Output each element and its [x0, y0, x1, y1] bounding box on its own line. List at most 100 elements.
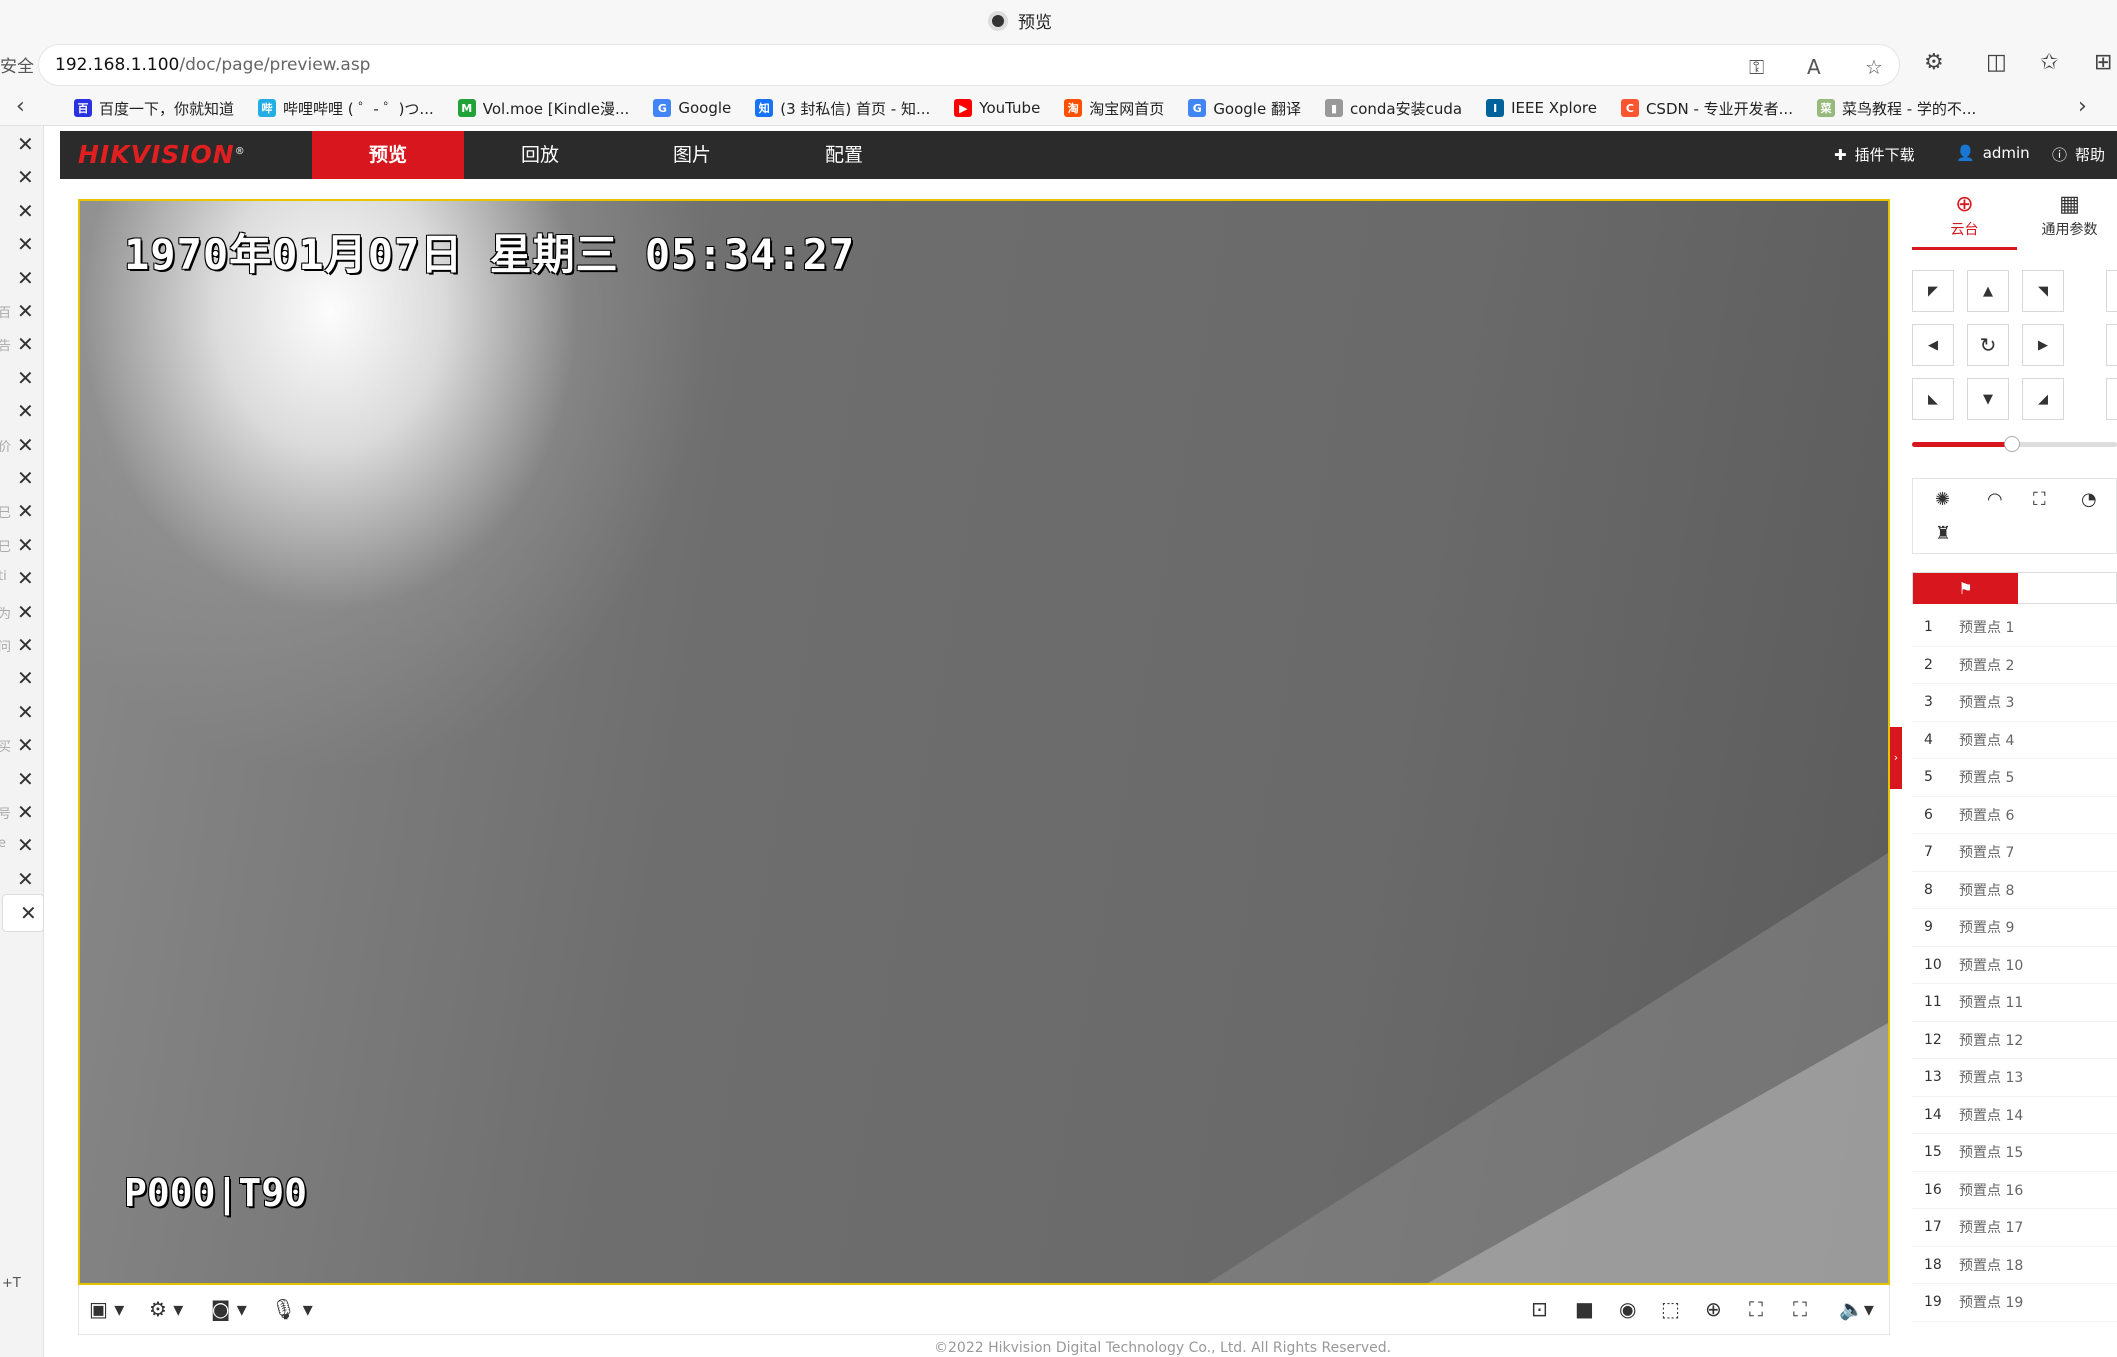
bookmark-item[interactable]: ▮ conda安装cuda: [1324, 98, 1462, 119]
vertical-tab[interactable]: ✕: [0, 159, 44, 197]
ptz-speed-slider[interactable]: [1912, 436, 2117, 452]
bookmark-item[interactable]: 百百度一下，你就知道: [74, 98, 234, 119]
vertical-tab[interactable]: ✕: [0, 360, 44, 398]
preset-row[interactable]: 4 预置点 4: [1912, 722, 2117, 759]
iris-button[interactable]: [2106, 378, 2117, 420]
wiper-icon[interactable]: ◠: [1987, 489, 2003, 510]
vertical-tab[interactable]: 价 ✕: [0, 427, 44, 465]
manual-tracking-icon[interactable]: ♜: [1935, 523, 1951, 544]
favorites-icon[interactable]: ✩: [2040, 50, 2058, 75]
close-tab-icon[interactable]: ✕: [17, 867, 34, 891]
chevron-right-icon[interactable]: ›: [2078, 94, 2087, 119]
crop-icon[interactable]: ⊡: [1531, 1297, 1548, 1321]
window-layout-icon[interactable]: ▣ ▾: [89, 1297, 124, 1321]
vertical-tab[interactable]: 问 ✕: [0, 627, 44, 665]
record-icon[interactable]: ⬚: [1661, 1297, 1680, 1321]
preset-row[interactable]: 6 预置点 6: [1912, 797, 2117, 834]
preset-row[interactable]: 2 预置点 2: [1912, 647, 2117, 684]
bookmark-item[interactable]: M Vol.moe [Kindle漫...: [457, 98, 629, 119]
tab-configuration[interactable]: 配置: [768, 131, 920, 179]
key-icon[interactable]: ⚿: [1749, 55, 1764, 79]
bookmark-item[interactable]: ▶ YouTube: [954, 99, 1040, 117]
close-tab-icon[interactable]: ✕: [17, 566, 34, 590]
preset-row[interactable]: 8 预置点 8: [1912, 872, 2117, 909]
bookmark-item[interactable]: 菜菜鸟教程 - 学的不...: [1816, 98, 1976, 119]
focus-button[interactable]: [2106, 324, 2117, 366]
close-tab-icon[interactable]: ✕: [17, 299, 34, 323]
new-tab-label[interactable]: +T: [2, 1276, 21, 1291]
preset-row[interactable]: 3 预置点 3: [1912, 684, 2117, 722]
bookmark-item[interactable]: 知 (3 封私信) 首页 - 知...: [755, 98, 930, 119]
vertical-tab[interactable]: 为 ✕: [0, 594, 44, 632]
tab-ptz[interactable]: ⊕ 云台: [1912, 192, 2017, 250]
vertical-tab[interactable]: 巳 ✕: [0, 493, 44, 531]
vertical-tab[interactable]: ✕: [0, 660, 44, 698]
camera-snapshot-icon[interactable]: ◉: [1619, 1297, 1636, 1321]
live-video-view[interactable]: 1970年01月07日 星期三 05:34:27 P000|T90: [78, 199, 1890, 1285]
close-tab-icon[interactable]: ✕: [17, 332, 34, 356]
preset-row[interactable]: 9 预置点 9: [1912, 909, 2117, 947]
close-tab-icon[interactable]: ✕: [17, 499, 34, 523]
close-tab-icon[interactable]: ✕: [17, 466, 34, 490]
bookmark-item[interactable]: C CSDN - 专业开发者...: [1620, 98, 1793, 119]
vertical-tab[interactable]: ✕: [0, 193, 44, 231]
panel-collapse-tab[interactable]: ›: [1890, 727, 1902, 789]
focus-assist-icon[interactable]: ⛶: [2033, 489, 2046, 510]
preset-row[interactable]: 19 预置点 19: [1912, 1284, 2117, 1322]
tab-general-params[interactable]: ▦ 通用参数: [2017, 192, 2117, 239]
collections-icon[interactable]: ⊞: [2094, 50, 2112, 75]
ptz-auto-scan-button[interactable]: ↻: [1967, 324, 2009, 366]
vertical-tab[interactable]: ✕: [0, 226, 44, 264]
preset-row[interactable]: 18 预置点 18: [1912, 1247, 2117, 1284]
preset-row[interactable]: 1 预置点 1: [1912, 609, 2117, 647]
ptz-right-button[interactable]: ▶: [2022, 324, 2064, 366]
vertical-tab[interactable]: ✕: [0, 460, 44, 498]
preset-row[interactable]: 11 预置点 11: [1912, 984, 2117, 1022]
chevron-left-icon[interactable]: ‹: [16, 94, 25, 119]
ptz-left-button[interactable]: ◀: [1912, 324, 1954, 366]
vertical-tab[interactable]: e ✕: [0, 827, 44, 865]
vertical-tab[interactable]: ✕: [0, 260, 44, 298]
close-tab-icon[interactable]: ✕: [17, 733, 34, 757]
help-link[interactable]: ⓘ 帮助: [2052, 144, 2105, 165]
bookmark-item[interactable]: G Google 翻译: [1188, 98, 1301, 119]
close-tab-icon[interactable]: ✕: [17, 433, 34, 457]
close-tab-icon[interactable]: ✕: [17, 633, 34, 657]
ptz-up-right-button[interactable]: ◥: [2022, 270, 2064, 312]
close-tab-icon[interactable]: ✕: [17, 199, 34, 223]
close-tab-icon[interactable]: ✕: [17, 266, 34, 290]
vertical-tab[interactable]: ✕: [0, 761, 44, 799]
vertical-tab[interactable]: ✕: [0, 861, 44, 899]
favorite-star-icon[interactable]: ☆: [1865, 55, 1883, 79]
vertical-tab[interactable]: ✕: [0, 694, 44, 732]
preset-row[interactable]: 5 预置点 5: [1912, 759, 2117, 797]
digital-zoom-icon[interactable]: ⊕: [1705, 1297, 1722, 1321]
close-tab-icon[interactable]: ✕: [20, 901, 37, 925]
tab-picture[interactable]: 图片: [616, 131, 768, 179]
volume-icon[interactable]: 🔈▾: [1839, 1297, 1874, 1321]
url-text[interactable]: 192.168.1.100/doc/page/preview.asp: [55, 55, 370, 75]
light-icon[interactable]: ✺: [1935, 489, 1950, 510]
close-tab-icon[interactable]: ✕: [17, 800, 34, 824]
close-tab-icon[interactable]: ✕: [17, 700, 34, 724]
ptz-down-left-button[interactable]: ◣: [1912, 378, 1954, 420]
close-tab-icon[interactable]: ✕: [17, 600, 34, 624]
address-bar[interactable]: 192.168.1.100/doc/page/preview.asp ⚿ A ☆: [38, 44, 1900, 86]
bookmark-item[interactable]: I IEEE Xplore: [1486, 99, 1597, 117]
zoom-in-button[interactable]: [2106, 270, 2117, 312]
preset-row[interactable]: 17 预置点 17: [1912, 1209, 2117, 1247]
preset-row[interactable]: 10 预置点 10: [1912, 947, 2117, 984]
speed-slider-handle[interactable]: [2004, 436, 2021, 452]
stop-icon[interactable]: ■: [1575, 1297, 1594, 1321]
bookmark-item[interactable]: 哔哔哩哔哩 ( ゜- ゜)つ...: [258, 98, 434, 119]
split-screen-icon[interactable]: ◫: [1986, 50, 2007, 75]
vertical-tab[interactable]: 号 ✕: [0, 794, 44, 832]
ptz-3d-icon[interactable]: ⛶: [1749, 1297, 1763, 1321]
preset-row[interactable]: 13 预置点 13: [1912, 1059, 2117, 1097]
tab-playback[interactable]: 回放: [464, 131, 616, 179]
microphone-icon[interactable]: 🎙 ▾: [271, 1297, 313, 1321]
close-tab-icon[interactable]: ✕: [17, 232, 34, 256]
vertical-tab[interactable]: 买 ✕: [0, 727, 44, 765]
stream-select-icon[interactable]: ⚙ ▾: [149, 1297, 183, 1321]
close-tab-icon[interactable]: ✕: [17, 533, 34, 557]
